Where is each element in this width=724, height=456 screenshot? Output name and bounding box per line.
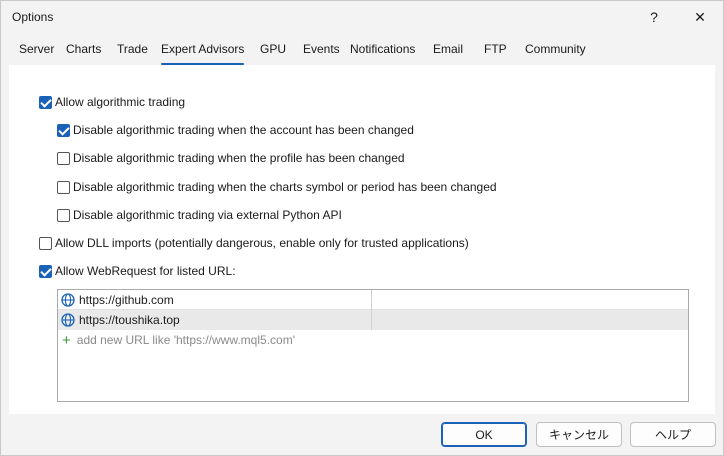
question-icon: ? xyxy=(650,9,658,25)
allow-webrequest-option[interactable]: Allow WebRequest for listed URL: xyxy=(39,263,236,279)
allow-dll-imports-label: Allow DLL imports (potentially dangerous… xyxy=(55,236,469,250)
disable-on-account-change-checkbox[interactable] xyxy=(57,123,70,137)
cancel-button[interactable]: キャンセル xyxy=(536,422,622,447)
globe-icon xyxy=(61,313,75,327)
allow-algo-trading-label: Allow algorithmic trading xyxy=(55,95,186,109)
url-list-item[interactable]: https://toushika.top xyxy=(58,310,688,330)
plus-icon: + xyxy=(62,331,71,349)
close-button[interactable]: ✕ xyxy=(677,1,723,33)
tab-notifications[interactable]: Notifications xyxy=(350,42,415,64)
tab-charts[interactable]: Charts xyxy=(66,42,101,64)
url-text: https://toushika.top xyxy=(79,313,180,327)
tab-bar: Server Charts Trade Expert Advisors GPU … xyxy=(9,39,715,65)
expert-advisors-panel: Allow algorithmic trading Disable algori… xyxy=(9,65,715,414)
disable-on-account-change-label: Disable algorithmic trading when the acc… xyxy=(73,123,414,137)
title-bar: Options ? ✕ xyxy=(1,1,723,33)
disable-on-symbol-change-option[interactable]: Disable algorithmic trading when the cha… xyxy=(57,179,497,195)
url-cell[interactable]: https://github.com xyxy=(58,289,372,310)
disable-via-python-option[interactable]: Disable algorithmic trading via external… xyxy=(57,207,342,223)
help-button[interactable]: ヘルプ xyxy=(630,422,716,447)
tab-trade[interactable]: Trade xyxy=(117,42,148,64)
disable-on-profile-change-label: Disable algorithmic trading when the pro… xyxy=(73,151,405,165)
url-extra-cell xyxy=(372,310,688,330)
disable-via-python-checkbox[interactable] xyxy=(57,208,70,222)
url-cell[interactable]: https://toushika.top xyxy=(58,310,372,330)
allow-algo-trading-checkbox[interactable] xyxy=(39,95,52,109)
allow-algo-trading-option[interactable]: Allow algorithmic trading xyxy=(39,94,185,110)
url-text: https://github.com xyxy=(79,292,174,307)
options-dialog: Options ? ✕ Server Charts Trade Expert A… xyxy=(0,0,724,456)
disable-via-python-label: Disable algorithmic trading via external… xyxy=(73,208,342,222)
tab-ftp[interactable]: FTP xyxy=(484,42,507,64)
add-url-placeholder: add new URL like 'https://www.mql5.com' xyxy=(76,333,295,347)
disable-on-symbol-change-checkbox[interactable] xyxy=(57,180,70,194)
disable-on-symbol-change-label: Disable algorithmic trading when the cha… xyxy=(73,180,497,194)
disable-on-profile-change-option[interactable]: Disable algorithmic trading when the pro… xyxy=(57,150,405,166)
allow-dll-imports-checkbox[interactable] xyxy=(39,236,52,250)
url-list[interactable]: https://github.com https://toushika.top … xyxy=(57,289,689,402)
tab-email[interactable]: Email xyxy=(433,42,463,64)
tab-community[interactable]: Community xyxy=(525,42,586,64)
allow-webrequest-label: Allow WebRequest for listed URL: xyxy=(55,264,236,278)
url-extra-cell xyxy=(372,290,688,310)
allow-webrequest-checkbox[interactable] xyxy=(39,264,52,278)
allow-dll-imports-option[interactable]: Allow DLL imports (potentially dangerous… xyxy=(39,235,469,251)
close-icon: ✕ xyxy=(694,8,706,25)
tab-events[interactable]: Events xyxy=(303,42,340,64)
tab-server[interactable]: Server xyxy=(19,42,54,64)
tab-expert-advisors[interactable]: Expert Advisors xyxy=(161,42,245,65)
window-title: Options xyxy=(12,10,54,24)
ok-button[interactable]: OK xyxy=(441,422,527,447)
help-title-button[interactable]: ? xyxy=(631,1,677,33)
tab-gpu[interactable]: GPU xyxy=(260,42,286,64)
disable-on-profile-change-checkbox[interactable] xyxy=(57,151,70,165)
globe-icon xyxy=(61,292,75,307)
url-list-item[interactable]: https://github.com xyxy=(58,289,688,310)
disable-on-account-change-option[interactable]: Disable algorithmic trading when the acc… xyxy=(57,122,414,138)
add-url-row[interactable]: + add new URL like 'https://www.mql5.com… xyxy=(58,330,295,350)
